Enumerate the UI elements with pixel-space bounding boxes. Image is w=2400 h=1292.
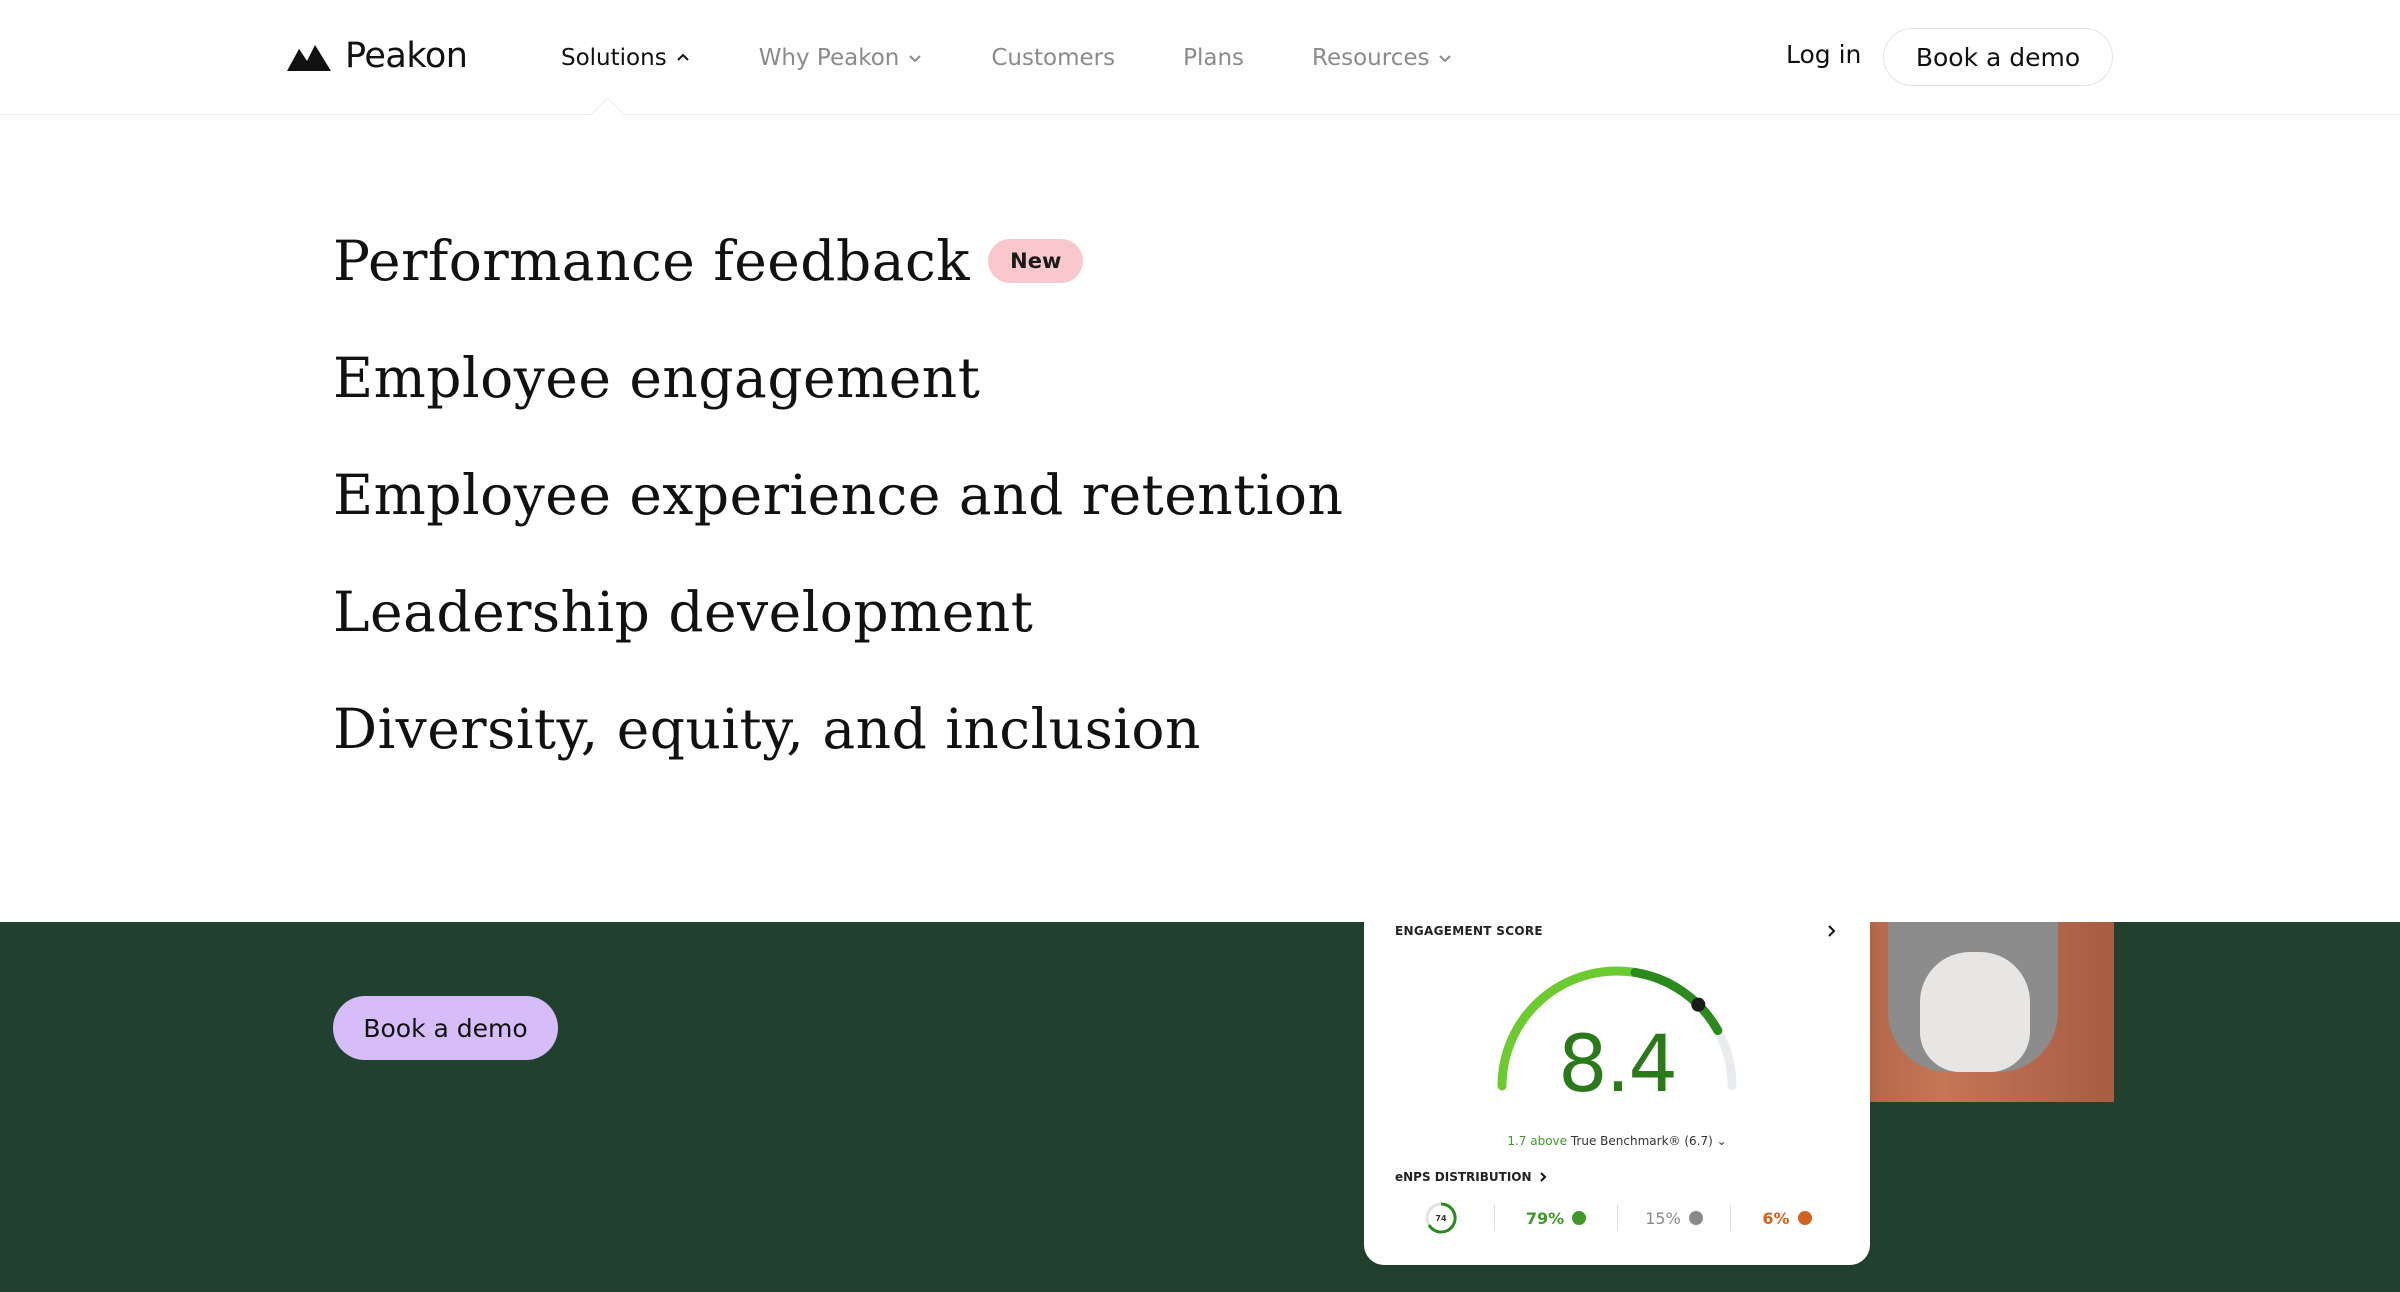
enps-promoters: 79%	[1495, 1209, 1617, 1228]
menu-item-performance-feedback[interactable]: Performance feedback New	[333, 202, 1343, 319]
chevron-right-icon	[1539, 1172, 1546, 1182]
enps-detractors: 6%	[1731, 1209, 1843, 1228]
chevron-down-icon	[909, 55, 922, 63]
login-link[interactable]: Log in	[1786, 40, 1861, 69]
detractors-value: 6%	[1762, 1208, 1790, 1228]
nav-solutions-label: Solutions	[561, 45, 667, 71]
solutions-dropdown: Performance feedback New Employee engage…	[0, 114, 2400, 922]
peakon-logo-icon	[287, 45, 331, 71]
nav-plans[interactable]: Plans	[1183, 45, 1244, 71]
chevron-right-icon[interactable]	[1824, 924, 1838, 938]
engagement-score-card: ENGAGEMENT SCORE 8.4 1.7 above True Benc…	[1364, 922, 1870, 1265]
neutral-face-icon	[1688, 1211, 1703, 1225]
benchmark-label: True Benchmark® (6.7)	[1570, 1134, 1713, 1148]
solutions-menu: Performance feedback New Employee engage…	[333, 202, 1343, 787]
menu-item-employee-experience[interactable]: Employee experience and retention	[333, 436, 1343, 553]
logo-text: Peakon	[345, 36, 468, 76]
enps-title[interactable]: eNPS DISTRIBUTION	[1395, 1170, 1548, 1184]
photo-shirt	[1920, 952, 2030, 1072]
main-nav: Solutions Why Peakon Customers Plans Res…	[561, 40, 1453, 76]
book-demo-button[interactable]: Book a demo	[1883, 28, 2113, 86]
chevron-down-icon: ⌄	[1716, 1134, 1727, 1148]
menu-item-label: Employee experience and retention	[333, 462, 1344, 527]
menu-item-leadership-development[interactable]: Leadership development	[333, 553, 1343, 670]
site-header: Peakon Solutions Why Peakon Customers Pl…	[0, 0, 2400, 115]
nav-why-peakon[interactable]: Why Peakon	[759, 45, 924, 71]
benchmark-line[interactable]: 1.7 above True Benchmark® (6.7) ⌄	[1364, 1134, 1870, 1148]
enps-score-ring: 74	[1424, 1201, 1494, 1235]
menu-item-label: Performance feedback	[333, 228, 971, 293]
logo[interactable]: Peakon	[285, 36, 468, 76]
nav-resources[interactable]: Resources	[1312, 45, 1453, 71]
engagement-score: 8.4	[1557, 1020, 1678, 1110]
enps-title-label: eNPS DISTRIBUTION	[1395, 1170, 1532, 1184]
menu-item-label: Employee engagement	[333, 345, 981, 410]
person-photo	[1870, 922, 2114, 1102]
nav-solutions[interactable]: Solutions	[561, 45, 691, 71]
sad-face-icon	[1797, 1211, 1812, 1225]
happy-face-icon	[1572, 1211, 1587, 1225]
benchmark-delta: 1.7 above	[1507, 1134, 1568, 1148]
new-badge: New	[988, 238, 1084, 283]
passives-value: 15%	[1645, 1208, 1681, 1228]
enps-score: 74	[1435, 1214, 1447, 1223]
card-title: ENGAGEMENT SCORE	[1395, 924, 1543, 938]
chevron-down-icon	[1439, 55, 1452, 63]
nav-customers-label: Customers	[991, 45, 1116, 71]
menu-item-label: Diversity, equity, and inclusion	[333, 696, 1201, 761]
promoters-value: 79%	[1525, 1208, 1565, 1228]
gauge-marker	[1691, 997, 1706, 1012]
enps-ring-icon: 74	[1425, 1202, 1457, 1234]
nav-resources-label: Resources	[1312, 45, 1430, 71]
enps-passives: 15%	[1618, 1209, 1730, 1228]
menu-item-employee-engagement[interactable]: Employee engagement	[333, 319, 1343, 436]
nav-customers[interactable]: Customers	[991, 45, 1115, 71]
menu-item-dei[interactable]: Diversity, equity, and inclusion	[333, 670, 1343, 787]
menu-item-label: Leadership development	[333, 579, 1034, 644]
hero-book-demo-button[interactable]: Book a demo	[333, 996, 558, 1060]
chevron-up-icon	[676, 53, 689, 61]
nav-why-peakon-label: Why Peakon	[758, 45, 900, 71]
nav-plans-label: Plans	[1183, 45, 1245, 71]
enps-distribution: 74 79% 15% 6%	[1424, 1200, 1844, 1236]
